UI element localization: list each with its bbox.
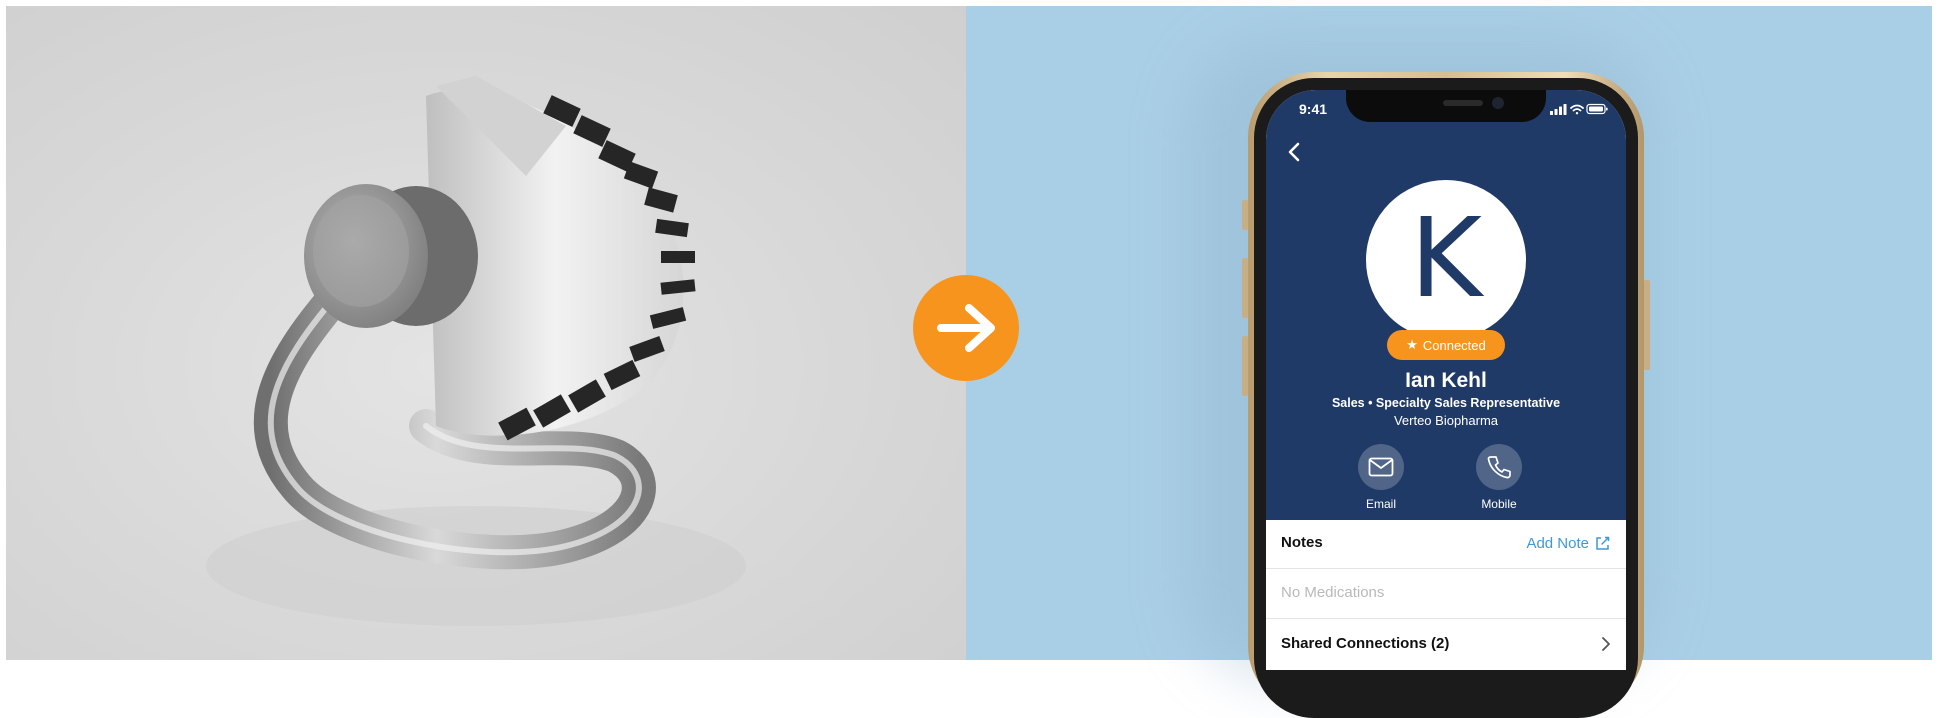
contact-title: Sales • Specialty Sales Representative (1331, 396, 1561, 410)
profile-header: 9:41 K ★ Connected Ian Kehl Sales • Spec… (1266, 90, 1626, 520)
status-icons (1550, 102, 1608, 120)
rolodex-icon (206, 76, 746, 626)
avatar: K (1366, 180, 1526, 340)
phone-notch (1346, 90, 1546, 122)
chevron-left-icon (1288, 142, 1300, 162)
shared-connections-row[interactable]: Shared Connections (2) (1266, 619, 1626, 670)
connected-badge-label: Connected (1422, 337, 1486, 353)
phone-screen: 9:41 K ★ Connected Ian Kehl Sales • Spec… (1266, 90, 1626, 670)
back-button[interactable] (1280, 136, 1312, 168)
connected-badge: ★ Connected (1387, 330, 1505, 360)
notes-row: Notes Add Note (1266, 520, 1626, 569)
wifi-icon (1570, 104, 1584, 115)
email-action-button[interactable]: Email (1341, 444, 1421, 511)
no-medications-label: No Medications (1281, 584, 1385, 601)
edit-icon (1596, 536, 1610, 550)
phone-icon (1487, 456, 1511, 479)
mobile-action-label: Mobile (1481, 497, 1517, 511)
mobile-action-button[interactable]: Mobile (1459, 444, 1539, 511)
add-note-button[interactable]: Add Note (1526, 535, 1610, 552)
front-camera (1492, 97, 1504, 109)
shared-connections-title: Shared Connections (2) (1281, 635, 1450, 652)
email-action-label: Email (1365, 497, 1396, 511)
add-note-label: Add Note (1526, 535, 1589, 552)
speaker-grille (1443, 100, 1483, 106)
notes-title: Notes (1281, 534, 1323, 551)
envelope-icon (1368, 457, 1394, 477)
battery-icon (1586, 103, 1608, 115)
avatar-initial: K (1409, 194, 1483, 322)
medications-row: No Medications (1266, 569, 1626, 619)
contact-company: Verteo Biopharma (1393, 413, 1499, 428)
star-icon: ★ (1406, 337, 1418, 352)
phone-power-button (1644, 280, 1650, 370)
status-time: 9:41 (1299, 101, 1328, 117)
signal-icon (1550, 104, 1567, 115)
rolodex-illustration-panel (6, 6, 966, 660)
contact-name: Ian Kehl (1405, 369, 1487, 392)
chevron-right-icon (1602, 637, 1610, 651)
arrow-right-icon (937, 304, 995, 352)
arrow-right-badge (913, 275, 1019, 381)
